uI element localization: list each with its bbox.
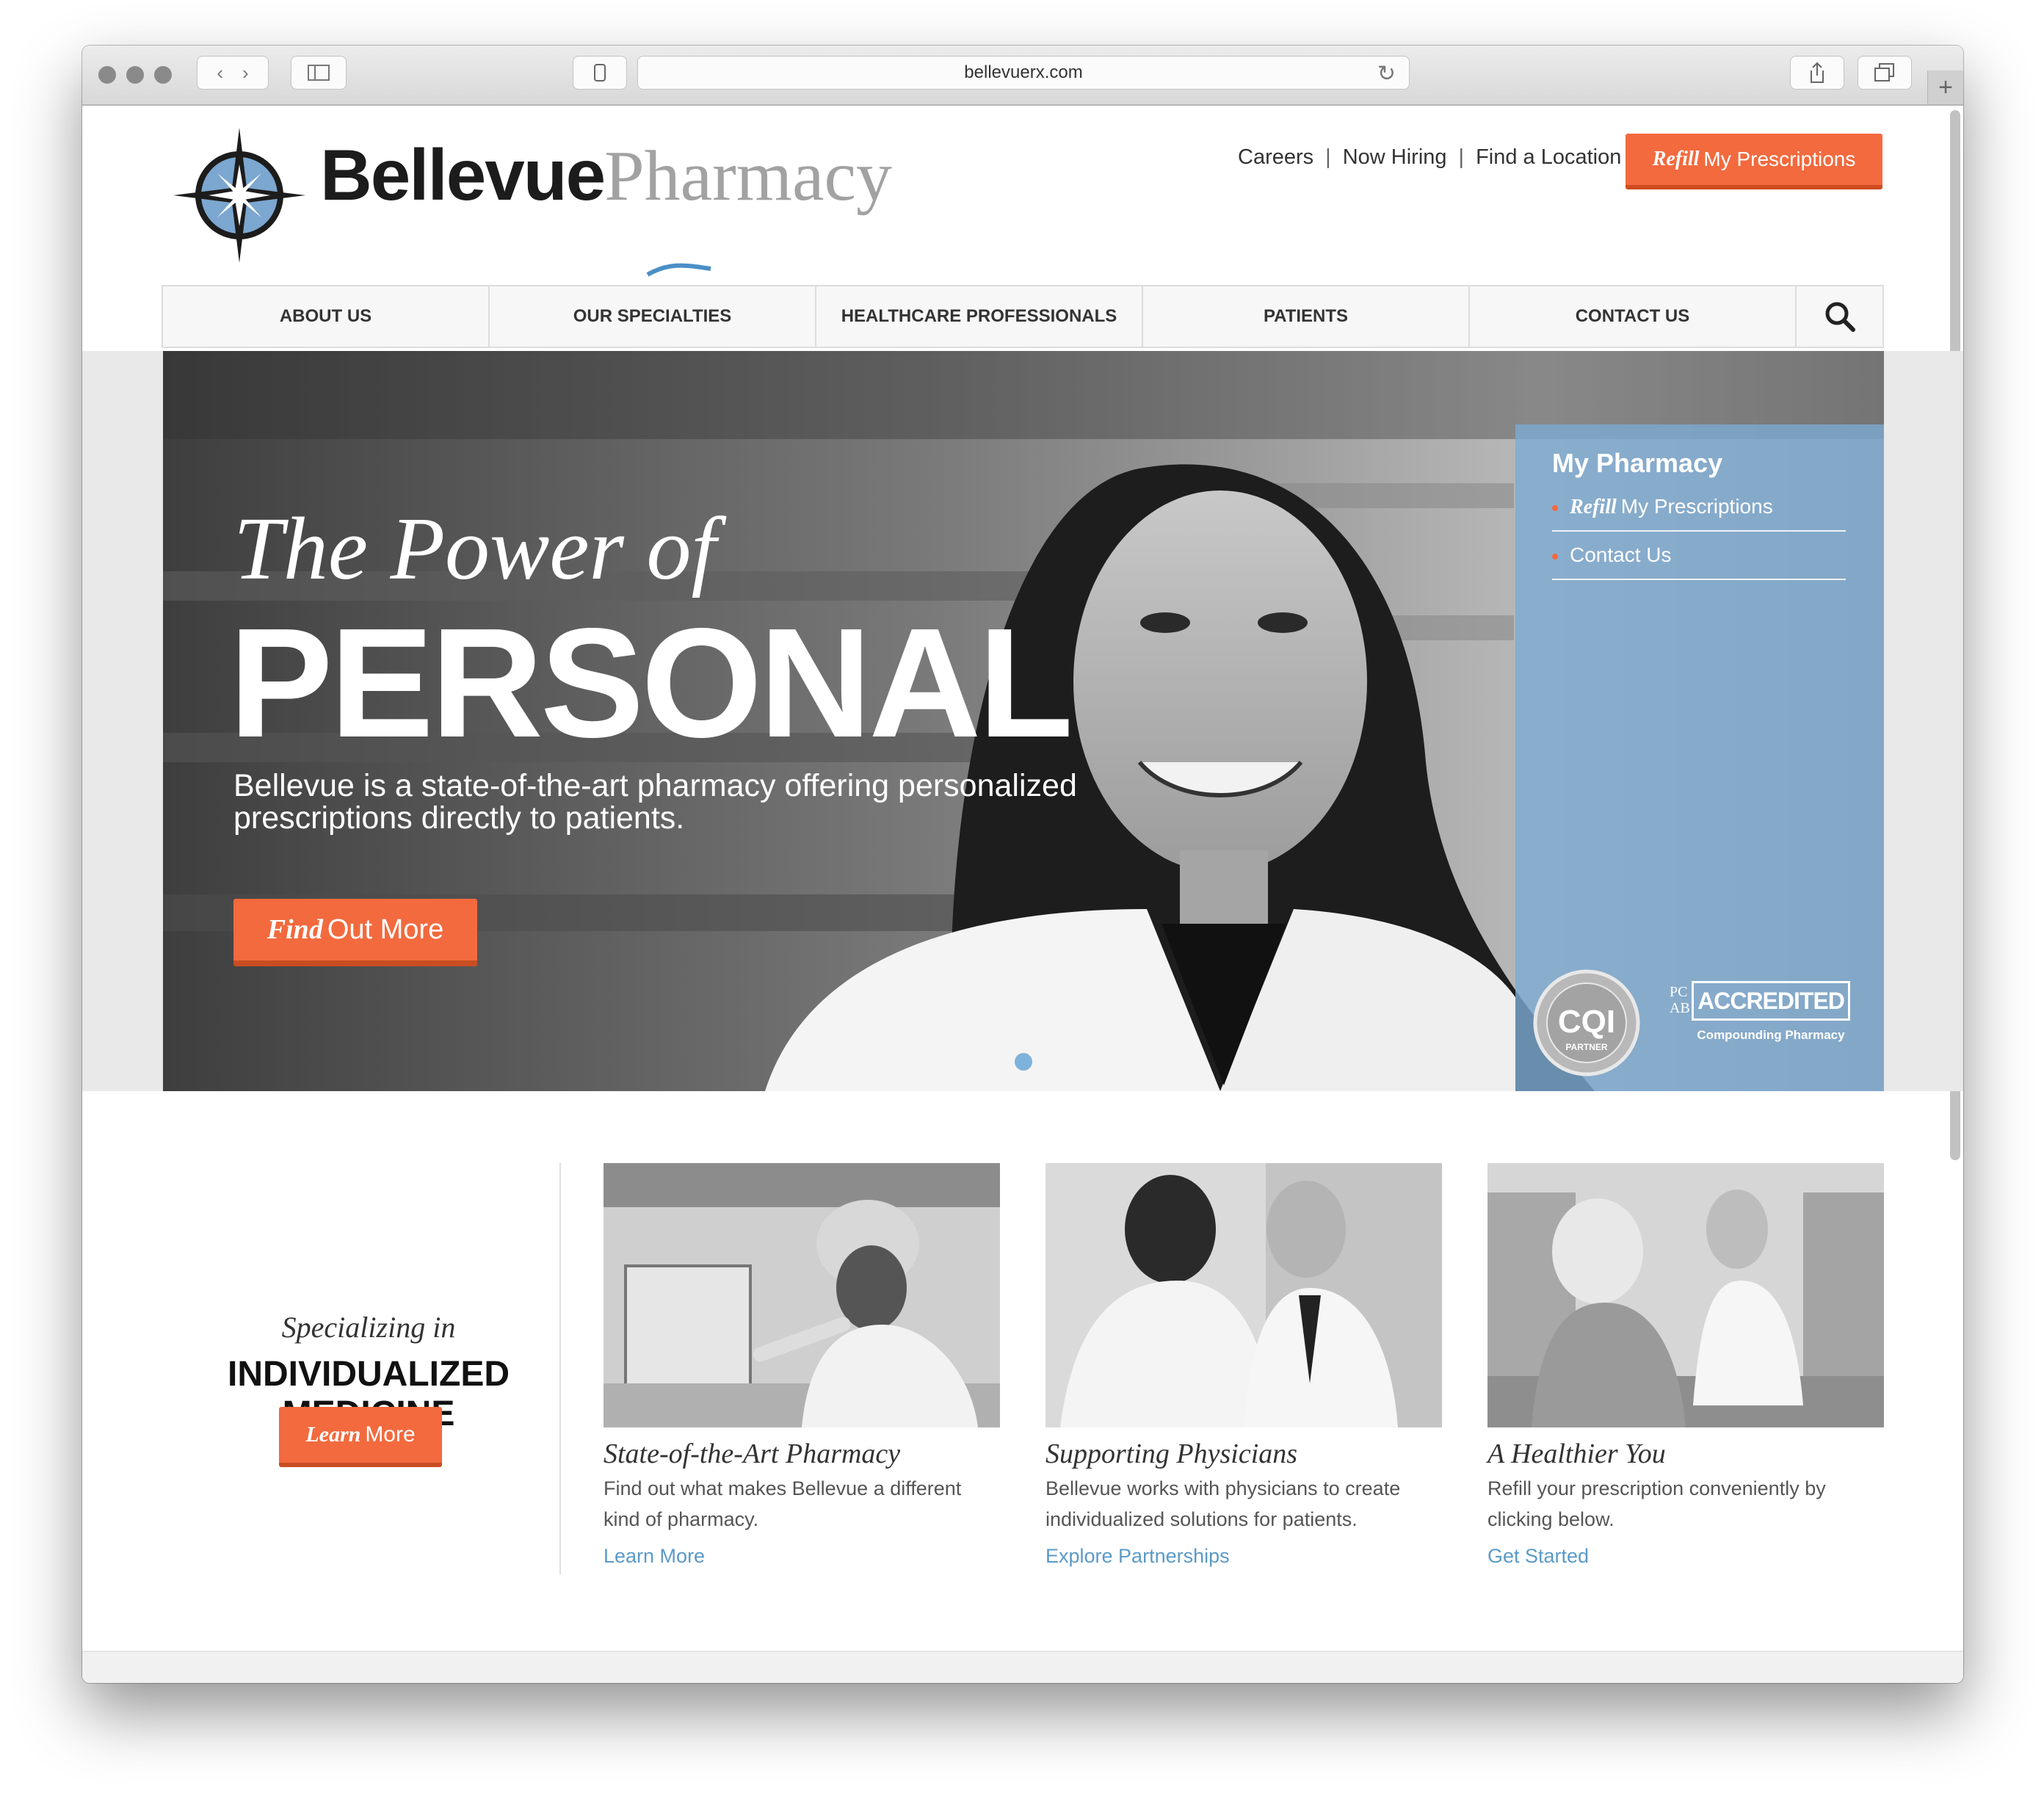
nav-healthcare-professionals[interactable]: HEALTHCARE PROFESSIONALS [816, 286, 1143, 347]
nav-search-button[interactable] [1797, 286, 1882, 347]
find-out-more-button[interactable]: Find Out More [233, 899, 477, 966]
cqi-partner-badge: CQI PARTNER [1533, 969, 1640, 1076]
card-text: Refill your prescription conveniently by… [1487, 1477, 1826, 1530]
now-hiring-link[interactable]: Now Hiring [1343, 145, 1447, 169]
nav-contact-us[interactable]: CONTACT US [1470, 286, 1797, 347]
tabs-button[interactable] [1858, 56, 1912, 90]
card-explore-link[interactable]: Explore Partnerships [1045, 1545, 1442, 1568]
hero-description: Bellevue is a state-of-the-art pharmacy … [233, 768, 1077, 836]
panel-refill-label: My Prescriptions [1620, 495, 1773, 518]
card-physicians-image[interactable] [1045, 1163, 1442, 1427]
card-get-started-link[interactable]: Get Started [1487, 1545, 1884, 1568]
pcab-text: PCAB [1670, 984, 1690, 1016]
specializing-line1: INDIVIDUALIZED [228, 1355, 510, 1394]
hero-headline: PERSONAL [229, 596, 1073, 770]
specializing-script: Specializing in [281, 1311, 456, 1344]
card-pharmacy: State-of-the-Art Pharmacy Find out what … [604, 1163, 1000, 1568]
browser-window: ‹ › bellevuerx.com ↻ + BellevuePharmacy … [82, 46, 1963, 1683]
refill-button-label: My Prescriptions [1703, 148, 1856, 170]
accredited-badge: ACCREDITED [1692, 981, 1850, 1021]
back-icon[interactable]: ‹ [217, 62, 223, 84]
panel-refill-italic: Refill [1570, 496, 1617, 518]
panel-title: My Pharmacy [1552, 448, 1723, 478]
tabs-icon [1874, 63, 1894, 82]
card-title: Supporting Physicians [1045, 1438, 1298, 1469]
bullet-icon [1552, 505, 1558, 511]
back-forward-buttons[interactable]: ‹ › [197, 56, 269, 90]
zoom-window-button[interactable] [154, 66, 172, 84]
refill-button-italic: Refill [1652, 148, 1700, 170]
card-pharmacy-image[interactable] [604, 1163, 1000, 1427]
main-nav: ABOUT US OUR SPECIALTIES HEALTHCARE PROF… [162, 285, 1884, 348]
panel-contact-link[interactable]: Contact Us [1552, 533, 1846, 580]
sidebar-button[interactable] [291, 56, 347, 90]
panel-refill-link[interactable]: Refill My Prescriptions [1552, 485, 1846, 532]
logo-swoosh-icon [646, 263, 711, 277]
device-icon [594, 64, 606, 82]
logo-brand-bold: Bellevue [320, 134, 606, 215]
plus-icon: + [1938, 73, 1953, 101]
card-learn-more-link[interactable]: Learn More [604, 1545, 1000, 1568]
url-text: bellevuerx.com [964, 62, 1083, 82]
card-title: State-of-the-Art Pharmacy [604, 1438, 901, 1469]
cqi-badge-subtext: PARTNER [1565, 1042, 1607, 1052]
sidebar-icon [308, 65, 330, 81]
careers-link[interactable]: Careers [1238, 145, 1313, 169]
bullet-icon [1552, 554, 1558, 560]
logo-brand-light: Pharmacy [604, 137, 892, 216]
reload-icon[interactable]: ↻ [1377, 61, 1396, 87]
card-title: A Healthier You [1487, 1438, 1666, 1469]
cqi-badge-text: CQI [1558, 1004, 1615, 1040]
accredited-subtext: Compounding Pharmacy [1697, 1028, 1845, 1042]
top-links-separator: | [1325, 145, 1331, 169]
nav-our-specialties[interactable]: OUR SPECIALTIES [490, 286, 816, 347]
footer-band [82, 1651, 1963, 1683]
logo-wordmark[interactable]: BellevuePharmacy [320, 134, 892, 217]
card-physicians: Supporting Physicians Bellevue works wit… [1045, 1163, 1442, 1568]
minimize-window-button[interactable] [126, 66, 144, 84]
search-icon [1825, 302, 1855, 332]
browser-toolbar: ‹ › bellevuerx.com ↻ + [82, 46, 1963, 106]
find-out-more-italic: Find [267, 914, 323, 945]
top-links-separator: | [1458, 145, 1465, 169]
top-links: Careers | Now Hiring | Find a Location [1238, 145, 1621, 170]
learn-more-label: More [365, 1422, 416, 1447]
hero-slider: The Power of PERSONAL Bellevue is a stat… [163, 351, 1884, 1091]
section-divider [559, 1163, 561, 1574]
reader-button[interactable] [573, 56, 627, 90]
share-icon [1811, 62, 1824, 83]
compass-icon [173, 128, 305, 263]
card-text: Find out what makes Bellevue a different… [604, 1477, 962, 1530]
nav-about-us[interactable]: ABOUT US [163, 286, 490, 347]
card-healthier-image[interactable] [1487, 1163, 1884, 1427]
learn-more-button[interactable]: Learn More [279, 1407, 442, 1467]
hero-script-title: The Power of [233, 499, 717, 598]
close-window-button[interactable] [98, 66, 116, 84]
refill-prescriptions-button[interactable]: Refill My Prescriptions [1626, 134, 1882, 189]
address-bar[interactable]: bellevuerx.com ↻ [637, 56, 1410, 90]
my-pharmacy-panel: My Pharmacy Refill My Prescriptions Conta… [1515, 424, 1884, 1091]
new-tab-button[interactable]: + [1927, 70, 1963, 104]
slider-dot-active[interactable] [1015, 1053, 1032, 1071]
learn-more-italic: Learn [305, 1422, 361, 1447]
find-location-link[interactable]: Find a Location [1476, 145, 1621, 169]
find-out-more-label: Out More [327, 913, 444, 945]
card-text: Bellevue works with physicians to create… [1045, 1477, 1401, 1530]
forward-icon[interactable]: › [242, 62, 249, 84]
card-healthier: A Healthier You Refill your prescription… [1487, 1163, 1884, 1568]
share-button[interactable] [1790, 56, 1844, 90]
nav-patients[interactable]: PATIENTS [1143, 286, 1470, 347]
panel-contact-label: Contact Us [1570, 543, 1672, 566]
